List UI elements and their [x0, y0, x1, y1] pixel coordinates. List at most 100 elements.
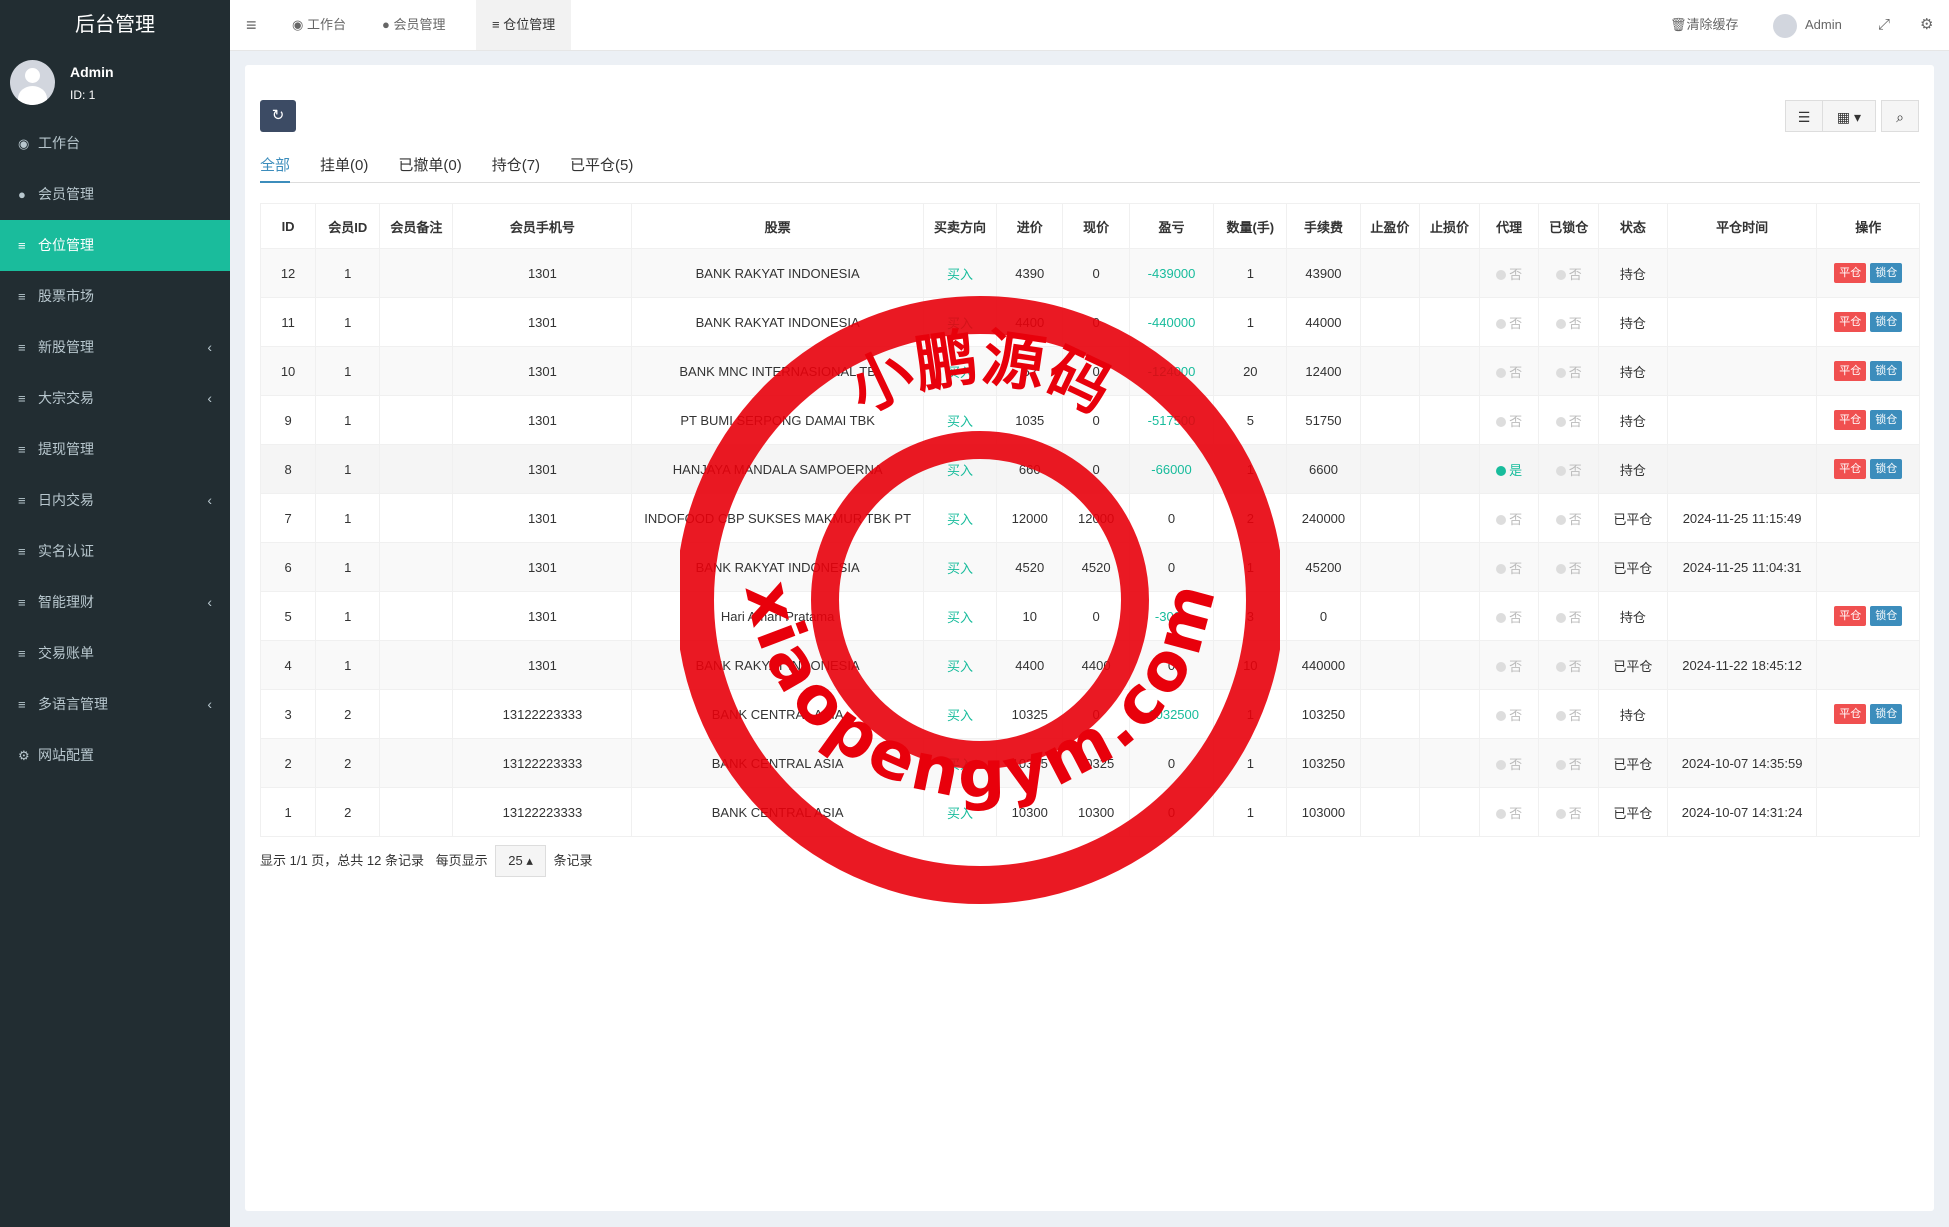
- table-cell: BANK CENTRAL ASIA: [631, 787, 924, 837]
- sidebar-item-label: 网站配置: [38, 747, 94, 763]
- filter-tab[interactable]: 已平仓(5): [570, 152, 633, 181]
- column-header[interactable]: 会员备注: [379, 203, 454, 249]
- table-cell: [1359, 297, 1421, 347]
- table-cell: 1: [315, 542, 381, 592]
- sidebar-item[interactable]: ≡ 提现管理: [0, 424, 230, 475]
- column-header[interactable]: 平仓时间: [1666, 203, 1818, 249]
- time-value: 2024-11-25 11:15:49: [1682, 510, 1802, 526]
- lock-position-button[interactable]: 锁仓: [1870, 361, 1903, 381]
- status-value: 已平仓: [1613, 560, 1653, 576]
- buy-value: 660: [1018, 461, 1041, 477]
- columns-button[interactable]: ▦ ▾: [1822, 100, 1876, 132]
- column-header[interactable]: 操作: [1816, 203, 1920, 249]
- sidebar-item[interactable]: ⚙ 网站配置: [0, 730, 230, 781]
- clear-cache-button[interactable]: 🗑清除缓存: [1670, 0, 1739, 50]
- close-position-button[interactable]: 平仓: [1834, 459, 1867, 479]
- dir-value: 买入: [946, 658, 973, 674]
- status-dot: [1555, 318, 1566, 329]
- per-page-select[interactable]: 25 ▴: [495, 845, 546, 877]
- list-view-button[interactable]: ☰: [1785, 100, 1823, 132]
- table-cell: 10: [1213, 640, 1288, 690]
- table-cell: 否: [1538, 248, 1600, 298]
- actions-cell: 平仓 锁仓: [1816, 248, 1920, 298]
- sidebar-item[interactable]: ≡ 多语言管理 ‹: [0, 679, 230, 730]
- table-cell: 4: [259, 640, 317, 690]
- sidebar-item[interactable]: ≡ 实名认证: [0, 526, 230, 577]
- table-cell: [1666, 444, 1818, 494]
- status-dot: [1555, 514, 1566, 525]
- table-cell: 已平仓: [1598, 640, 1668, 690]
- tab-workbench[interactable]: ◉ 工作台: [292, 0, 346, 50]
- lock-position-button[interactable]: 锁仓: [1870, 704, 1903, 724]
- search-button[interactable]: ⌕: [1881, 100, 1919, 132]
- stock-value: INDOFOOD CBP SUKSES MAKMUR TBK PT: [644, 510, 912, 526]
- sidebar-item[interactable]: ● 会员管理: [0, 169, 230, 220]
- chevron-left-icon: ‹: [207, 492, 212, 508]
- lock-position-button[interactable]: 锁仓: [1870, 410, 1903, 430]
- sidebar-item[interactable]: ≡ 新股管理 ‹: [0, 322, 230, 373]
- table-cell: 2: [315, 689, 381, 739]
- sidebar-item[interactable]: ≡ 智能理财 ‹: [0, 577, 230, 628]
- menu-toggle-icon[interactable]: ≡: [246, 0, 257, 50]
- status-value: 持仓: [1619, 462, 1646, 478]
- column-header[interactable]: 代理: [1478, 203, 1540, 249]
- filter-tab[interactable]: 已撤单(0): [398, 152, 461, 181]
- user-name: Admin: [70, 64, 114, 80]
- stock-value: BANK CENTRAL ASIA: [711, 755, 844, 771]
- lock-position-button[interactable]: 锁仓: [1870, 312, 1903, 332]
- close-position-button[interactable]: 平仓: [1834, 606, 1867, 626]
- close-position-button[interactable]: 平仓: [1834, 704, 1867, 724]
- column-header[interactable]: 手续费: [1286, 203, 1361, 249]
- table-cell: 5: [1213, 395, 1288, 445]
- table-cell: 买入: [922, 346, 998, 396]
- flag-label: 否: [1509, 756, 1523, 772]
- column-header[interactable]: 止盈价: [1359, 203, 1421, 249]
- column-header[interactable]: 会员ID: [315, 203, 381, 249]
- settings-icon[interactable]: ⚙: [1920, 0, 1933, 50]
- refresh-button[interactable]: ↻: [260, 100, 296, 132]
- sidebar-item[interactable]: ≡ 大宗交易 ‹: [0, 373, 230, 424]
- lock-position-button[interactable]: 锁仓: [1870, 606, 1903, 626]
- sidebar-item[interactable]: ≡ 交易账单: [0, 628, 230, 679]
- column-header[interactable]: 止损价: [1419, 203, 1480, 249]
- column-header[interactable]: 会员手机号: [452, 203, 633, 249]
- close-position-button[interactable]: 平仓: [1834, 361, 1867, 381]
- fee-value: 45200: [1305, 559, 1342, 575]
- sidebar-item[interactable]: ≡ 仓位管理: [0, 220, 230, 271]
- column-header[interactable]: 买卖方向: [922, 203, 998, 249]
- list-icon: ☰: [1797, 109, 1811, 125]
- user-id: ID: 1: [70, 88, 96, 102]
- status-dot: [1555, 269, 1566, 280]
- column-header[interactable]: 现价: [1062, 203, 1130, 249]
- close-position-button[interactable]: 平仓: [1834, 410, 1867, 430]
- filter-tab[interactable]: 挂单(0): [320, 152, 368, 181]
- header-user[interactable]: Admin: [1773, 0, 1842, 50]
- column-header[interactable]: 进价: [996, 203, 1064, 249]
- fullscreen-icon[interactable]: ⤢: [1878, 0, 1890, 50]
- sidebar-item[interactable]: ≡ 股票市场: [0, 271, 230, 322]
- close-position-button[interactable]: 平仓: [1834, 312, 1867, 332]
- column-header[interactable]: ID: [259, 203, 317, 249]
- sidebar-item[interactable]: ◉ 工作台: [0, 118, 230, 169]
- stock-value: BANK MNC INTERNASIONAL TB: [679, 363, 876, 379]
- close-position-button[interactable]: 平仓: [1834, 263, 1867, 283]
- table-cell: 5: [259, 591, 317, 641]
- column-header[interactable]: 盈亏: [1128, 203, 1215, 249]
- sidebar-item[interactable]: ≡ 日内交易 ‹: [0, 475, 230, 526]
- lock-position-button[interactable]: 锁仓: [1870, 459, 1903, 479]
- table-cell: [1666, 591, 1818, 641]
- column-header[interactable]: 状态: [1598, 203, 1668, 249]
- tab-position[interactable]: ≡ 仓位管理: [476, 0, 572, 50]
- pl-value: 0: [1167, 559, 1176, 575]
- now-value: 0: [1092, 265, 1100, 281]
- filter-tab[interactable]: 持仓(7): [492, 152, 540, 181]
- column-header[interactable]: 数量(手): [1213, 203, 1288, 249]
- table-cell: [379, 542, 454, 592]
- tab-member[interactable]: ● 会员管理: [382, 0, 445, 50]
- table-cell: [379, 346, 454, 396]
- table-cell: -124000: [1128, 346, 1215, 396]
- lock-position-button[interactable]: 锁仓: [1870, 263, 1903, 283]
- column-header[interactable]: 股票: [631, 203, 924, 249]
- filter-tab[interactable]: 全部: [260, 152, 291, 183]
- column-header[interactable]: 已锁仓: [1538, 203, 1600, 249]
